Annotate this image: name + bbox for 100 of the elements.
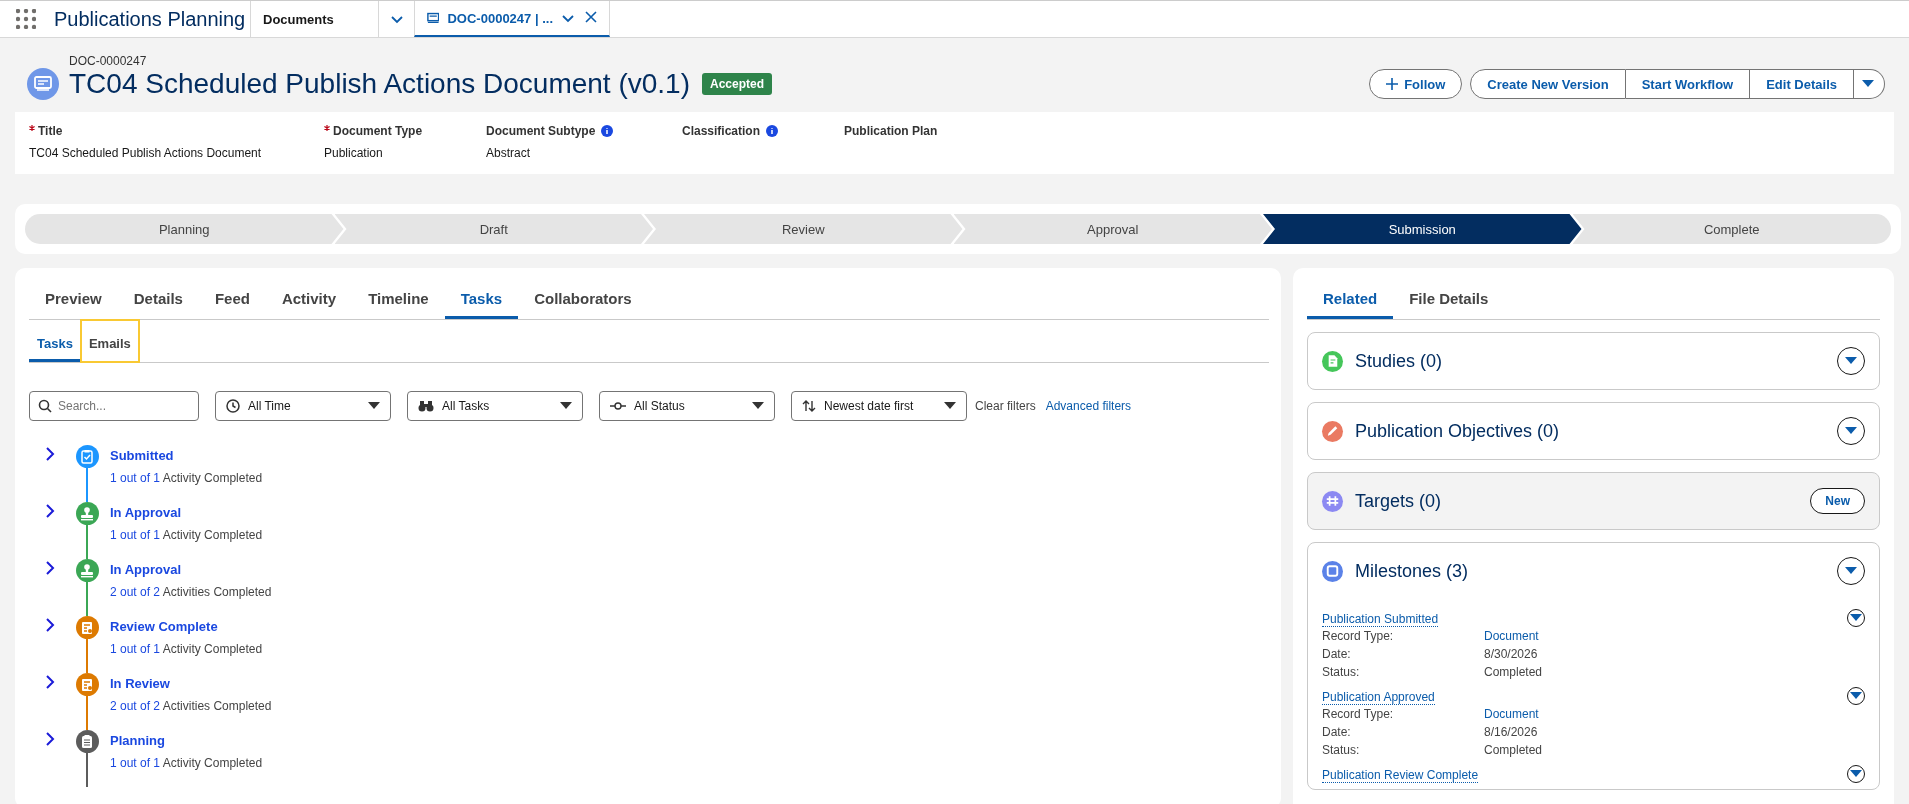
record-field-value: 8/30/2026 (1484, 647, 1538, 661)
caret-down-icon (1850, 692, 1862, 700)
dropdown-button[interactable] (1837, 417, 1865, 445)
new-button[interactable]: New (1810, 488, 1865, 514)
stage-title-link[interactable]: Planning (110, 730, 165, 748)
record-field-value: 8/16/2026 (1484, 725, 1538, 739)
stage-title-link[interactable]: Review Complete (110, 616, 218, 634)
more-actions-button[interactable] (1854, 69, 1885, 99)
activity-summary: 1 out of 1 Activity Completed (110, 471, 263, 485)
record-field-label: Status: (1322, 664, 1361, 681)
sub-tab[interactable]: Tasks (29, 320, 81, 362)
related-list-title: Publication Objectives (0) (1355, 420, 1560, 442)
follow-button[interactable]: Follow (1369, 69, 1463, 99)
field-label: Publication Plan (844, 124, 938, 138)
record-field-label: Record Type: (1322, 628, 1395, 645)
activity-summary: 2 out of 2 Activities Completed (110, 699, 272, 713)
row-menu-button[interactable] (1847, 609, 1865, 627)
caret-down-icon (752, 402, 764, 410)
stage-title-link[interactable]: Submitted (110, 445, 174, 463)
record-field-label: Status: (1322, 742, 1361, 759)
record-field-value: Completed (1484, 665, 1543, 679)
row-menu-button[interactable] (1847, 765, 1865, 783)
tab[interactable]: Collaborators (518, 268, 648, 319)
clock-icon (226, 399, 240, 413)
clear-filters-link[interactable]: Clear filters (975, 399, 1036, 413)
tab[interactable]: Timeline (352, 268, 445, 319)
tab[interactable]: Details (117, 268, 199, 319)
tab[interactable]: Tasks (444, 268, 519, 319)
field-value: Publication (324, 146, 384, 160)
caret-down-icon (1862, 80, 1874, 88)
related-list-title: Targets (0) (1355, 490, 1442, 512)
action-button[interactable]: Edit Details (1750, 69, 1854, 99)
record-type-link[interactable]: Document (1484, 707, 1539, 721)
commit-icon (610, 401, 626, 411)
tab[interactable]: Preview (29, 268, 118, 319)
advanced-filters-link[interactable]: Advanced filters (1045, 399, 1132, 413)
tab[interactable]: Related (1307, 268, 1394, 319)
record-field-label: Date: (1322, 646, 1352, 663)
filter-dropdown[interactable]: All Tasks (407, 391, 583, 421)
field-label: Classification (682, 124, 761, 138)
field-label: Document Subtype (486, 124, 596, 138)
caret-down-icon (1845, 567, 1857, 575)
action-button[interactable]: Create New Version (1470, 69, 1626, 99)
record-field-label: Record Type: (1322, 706, 1395, 723)
path-step[interactable]: Review (644, 214, 963, 244)
path-step[interactable]: Draft (334, 214, 653, 244)
required-icon (324, 125, 330, 131)
sub-tab[interactable]: Emails (80, 320, 139, 362)
path-step[interactable]: Complete (1572, 214, 1891, 244)
milestone-link[interactable]: Publication Submitted (1322, 612, 1439, 627)
binoculars-icon (418, 400, 434, 412)
filter-dropdown[interactable]: All Status (599, 391, 775, 421)
caret-down-icon (1850, 770, 1862, 778)
related-list-title: Studies (0) (1355, 350, 1443, 372)
dropdown-button[interactable] (1837, 347, 1865, 375)
caret-down-icon (944, 402, 956, 410)
field-value: TC04 Scheduled Publish Actions Document (29, 146, 263, 160)
plus-icon (1386, 78, 1399, 90)
document-icon (427, 12, 440, 24)
activity-summary: 1 out of 1 Activity Completed (110, 756, 263, 770)
filter-dropdown[interactable]: All Time (215, 391, 391, 421)
caret-down-icon (560, 402, 572, 410)
stage-title-link[interactable]: In Approval (110, 559, 182, 577)
field-label: Document Type (333, 124, 423, 138)
field-label: Title (38, 124, 63, 138)
info-icon (601, 125, 614, 137)
caret-down-icon (1845, 427, 1857, 435)
stage-title-link[interactable]: In Review (110, 673, 170, 691)
path-step[interactable]: Planning (25, 214, 344, 244)
tab[interactable]: Activity (265, 268, 353, 319)
close-icon[interactable] (585, 11, 597, 25)
milestone-link[interactable]: Publication Review Complete (1322, 768, 1479, 783)
row-menu-button[interactable] (1847, 687, 1865, 705)
tab[interactable]: Feed (198, 268, 266, 319)
dropdown-button[interactable] (1837, 557, 1865, 585)
record-id: DOC-0000247 (69, 54, 148, 68)
status-badge: Accepted (702, 73, 773, 95)
required-icon (29, 125, 35, 131)
nav-tab[interactable]: DOC-0000247 | ... (414, 1, 610, 37)
field-value: Abstract (486, 146, 531, 160)
filter-dropdown[interactable]: Newest date first (791, 391, 967, 421)
path-step[interactable]: Submission (1263, 214, 1582, 244)
stage-title-link[interactable]: In Approval (110, 502, 182, 520)
document-icon (27, 68, 59, 100)
action-button[interactable]: Start Workflow (1625, 69, 1751, 99)
activity-summary: 1 out of 1 Activity Completed (110, 528, 263, 542)
app-name: Publications Planning (53, 6, 247, 32)
milestone-link[interactable]: Publication Approved (1322, 690, 1435, 705)
search-field[interactable]: Search... (29, 391, 199, 421)
tab[interactable]: File Details (1393, 268, 1505, 319)
record-field-label: Date: (1322, 724, 1352, 741)
sort-icon (802, 399, 816, 413)
search-icon (38, 399, 52, 413)
activity-summary: 2 out of 2 Activities Completed (110, 585, 272, 599)
related-list-title: Milestones (3) (1355, 560, 1469, 582)
record-type-link[interactable]: Document (1484, 629, 1539, 643)
info-icon (766, 125, 779, 137)
path-step[interactable]: Approval (953, 214, 1272, 244)
activity-summary: 1 out of 1 Activity Completed (110, 642, 263, 656)
record-field-value: Completed (1484, 743, 1543, 757)
